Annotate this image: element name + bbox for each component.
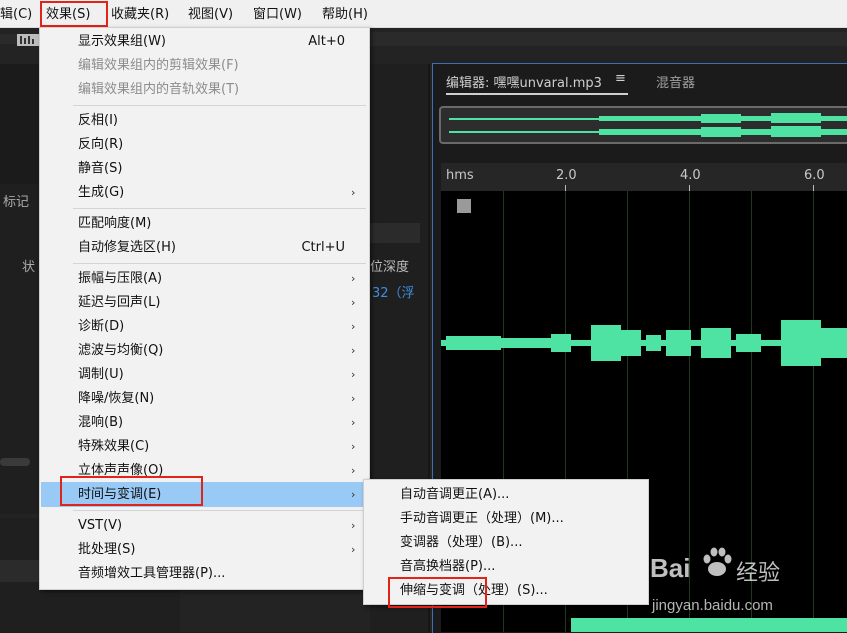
annotation-box-time-pitch	[60, 476, 203, 506]
menu-item-plugin-manager[interactable]: 音频增效工具管理器(P)...	[78, 562, 225, 586]
menu-item-noise-reduction[interactable]: 降噪/恢复(N)	[78, 387, 154, 411]
chevron-right-icon: ›	[351, 416, 356, 429]
markers-tab-label[interactable]: 标记	[3, 191, 29, 210]
submenu-item-pitch-bender[interactable]: 变调器（处理）(B)...	[400, 531, 522, 555]
menu-item-vst[interactable]: VST(V)	[78, 514, 122, 538]
chevron-right-icon: ›	[351, 392, 356, 405]
left-scrollbar[interactable]	[0, 458, 30, 466]
middle-search-field[interactable]	[370, 223, 420, 243]
menu-help[interactable]: 帮助(H)	[322, 0, 368, 27]
timeline-ruler[interactable]	[441, 163, 847, 192]
chevron-right-icon: ›	[351, 320, 356, 333]
timeline-tick: 2.0	[556, 168, 577, 183]
menubar: 辑(C) 效果(S) 收藏夹(R) 视图(V) 窗口(W) 帮助(H)	[0, 0, 847, 28]
menu-item-batch[interactable]: 批处理(S)	[78, 538, 135, 562]
chevron-right-icon: ›	[351, 440, 356, 453]
active-tab-indicator	[446, 93, 628, 95]
left-panel-files	[0, 64, 39, 184]
menu-item-modulation[interactable]: 调制(U)	[78, 363, 124, 387]
chevron-right-icon: ›	[351, 488, 356, 501]
submenu-item-pitch-shifter[interactable]: 音高换档器(P)...	[400, 555, 495, 579]
menu-item-amplitude[interactable]: 振幅与压限(A)	[78, 267, 162, 291]
timeline-unit: hms	[446, 168, 474, 183]
menu-item-reverb[interactable]: 混响(B)	[78, 411, 123, 435]
hamburger-icon[interactable]: ≡	[615, 71, 626, 86]
menu-item-filter-eq[interactable]: 滤波与均衡(Q)	[78, 339, 163, 363]
chevron-right-icon: ›	[351, 344, 356, 357]
chevron-right-icon: ›	[351, 368, 356, 381]
watermark-brand: Bai	[650, 553, 691, 583]
timeline-tick: 4.0	[680, 168, 701, 183]
menu-item-edit-track-effects: 编辑效果组内的音轨效果(T)	[78, 82, 240, 97]
chevron-right-icon: ›	[351, 543, 356, 556]
menu-item-auto-heal[interactable]: 自动修复选区(H)	[78, 236, 176, 260]
menu-item-special[interactable]: 特殊效果(C)	[78, 435, 149, 459]
mixer-tab[interactable]: 混音器	[656, 72, 695, 91]
zoom-handle[interactable]	[457, 199, 471, 213]
watermark-url: jingyan.baidu.com	[652, 597, 773, 614]
shortcut-label: Alt+0	[308, 34, 345, 49]
annotation-box-effects	[40, 1, 108, 27]
chevron-right-icon: ›	[351, 464, 356, 477]
watermark-suffix: 经验	[736, 561, 781, 586]
chevron-right-icon: ›	[351, 519, 356, 532]
menu-favorites[interactable]: 收藏夹(R)	[111, 0, 169, 27]
waveform-view-icon[interactable]	[17, 34, 39, 46]
menu-separator	[73, 208, 366, 209]
toolbar-strip-right	[370, 32, 847, 46]
overview-waveform	[449, 113, 847, 137]
menu-item-silence[interactable]: 静音(S)	[78, 157, 122, 181]
menu-item-invert[interactable]: 反相(I)	[78, 109, 118, 133]
shortcut-label: Ctrl+U	[301, 240, 345, 255]
status-column-header: 状	[22, 260, 36, 275]
menu-window[interactable]: 窗口(W)	[253, 0, 302, 27]
menu-view[interactable]: 视图(V)	[188, 0, 233, 27]
submenu-item-auto-pitch[interactable]: 自动音调更正(A)...	[400, 483, 509, 507]
chevron-right-icon: ›	[351, 186, 356, 199]
annotation-box-stretch-pitch	[388, 577, 487, 608]
chevron-right-icon: ›	[351, 272, 356, 285]
watermark: Bai 经验 jingyan.baidu.com	[650, 545, 840, 625]
menu-item-diagnostics[interactable]: 诊断(D)	[78, 315, 124, 339]
menu-item-show-effects-group[interactable]: 显示效果组(W)	[78, 30, 166, 54]
menu-separator	[73, 510, 366, 511]
submenu-item-manual-pitch[interactable]: 手动音调更正（处理）(M)...	[400, 507, 564, 531]
bit-depth-value: 32（浮	[372, 286, 415, 301]
menu-item-reverse[interactable]: 反向(R)	[78, 133, 123, 157]
menu-edit[interactable]: 辑(C)	[0, 0, 32, 27]
menu-item-match-loudness[interactable]: 匹配响度(M)	[78, 212, 151, 236]
chevron-right-icon: ›	[351, 296, 356, 309]
overview-navigator[interactable]	[439, 106, 847, 144]
menu-item-edit-clip-effects: 编辑效果组内的剪辑效果(F)	[78, 58, 239, 73]
menu-item-delay-echo[interactable]: 延迟与回声(L)	[78, 291, 160, 315]
bit-depth-header: 位深度	[370, 260, 410, 275]
menu-separator	[73, 105, 366, 106]
paw-icon	[703, 547, 732, 576]
menu-item-generate[interactable]: 生成(G)	[78, 181, 124, 205]
editor-tab[interactable]: 编辑器: 嘿嘿unvaral.mp3	[446, 72, 602, 91]
timeline-tick: 6.0	[804, 168, 825, 183]
menu-separator	[73, 263, 366, 264]
